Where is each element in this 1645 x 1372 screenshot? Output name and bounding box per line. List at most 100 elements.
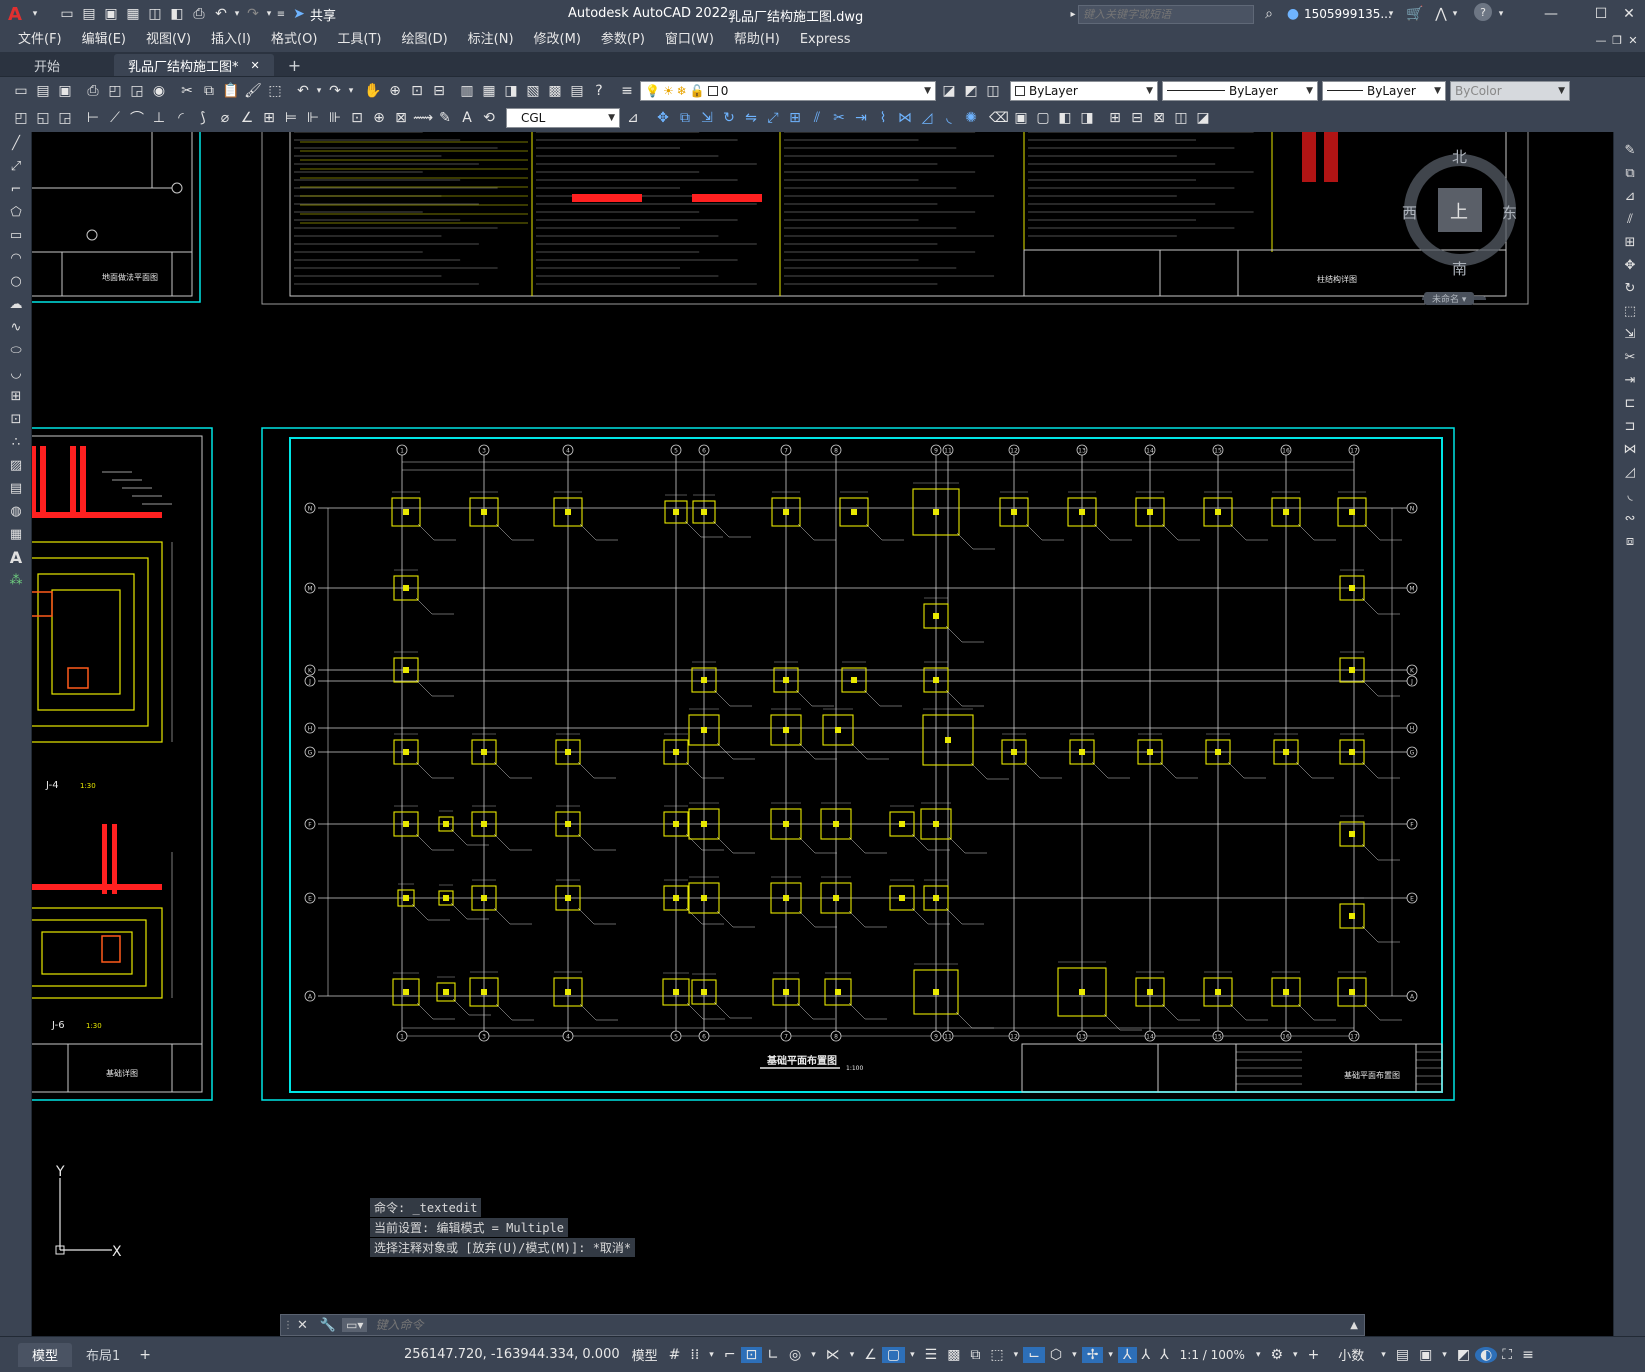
layout-tab-model[interactable]: 模型 xyxy=(18,1342,73,1367)
match-properties-icon[interactable]: 🖌 xyxy=(242,80,264,102)
scale-icon[interactable]: ⬚ xyxy=(1618,301,1642,323)
command-history-toggle-icon[interactable]: ▲ xyxy=(1344,1320,1364,1331)
infer-constraints-icon[interactable]: ⌐ xyxy=(719,1347,741,1363)
3d-osnap-icon[interactable]: ⬚ xyxy=(985,1347,1008,1363)
extend-icon[interactable]: ⇥ xyxy=(850,107,872,129)
close-icon[interactable]: ✕ xyxy=(1618,3,1640,25)
model-space[interactable]: 柱结构详图 地面做法平面图 J-4 1:30 J-6 1:30 基础详图 113… xyxy=(32,132,1613,1336)
gizmo-dropdown-icon[interactable]: ▾ xyxy=(1103,1350,1118,1360)
snap-grid-icon[interactable]: ⁞⁞ xyxy=(685,1347,704,1363)
save-as-icon[interactable]: ▦ xyxy=(122,3,144,25)
insert-block-icon[interactable]: ⊞ xyxy=(4,386,28,408)
plot-preview-icon[interactable]: ◰ xyxy=(104,80,126,102)
xref-icon[interactable]: ⊠ xyxy=(1148,107,1170,129)
point-icon[interactable]: ∴ xyxy=(4,432,28,454)
tolerance-icon[interactable]: ⊡ xyxy=(346,107,368,129)
explode-icon[interactable]: ✺ xyxy=(960,107,982,129)
multiline-text-icon[interactable]: A xyxy=(4,547,28,569)
layer-states-icon[interactable]: ◫ xyxy=(982,80,1004,102)
dynamic-input-icon[interactable]: ⊡ xyxy=(740,1346,763,1363)
diameter-dim-icon[interactable]: ⌀ xyxy=(214,107,236,129)
circle-icon[interactable]: ○ xyxy=(4,271,28,293)
auto-scale-icon[interactable]: ⅄ xyxy=(1137,1347,1156,1363)
hardware-acceleration-icon[interactable]: ◐ xyxy=(1475,1346,1498,1363)
cut-icon[interactable]: ✂ xyxy=(176,80,198,102)
linetype-dropdown[interactable]: ByLayer ▼ xyxy=(1162,80,1318,101)
user-name[interactable]: 1505999135... xyxy=(1304,7,1392,21)
image-icon[interactable]: ◫ xyxy=(1170,107,1192,129)
linear-dim-icon[interactable]: ⊢ xyxy=(82,107,104,129)
rotate-icon[interactable]: ↻ xyxy=(718,107,740,129)
command-prompt-icon[interactable]: ▭▾ xyxy=(342,1318,368,1332)
dim-update-icon[interactable]: ⟲ xyxy=(478,107,500,129)
gradient-icon[interactable]: ▤ xyxy=(4,478,28,500)
spline-icon[interactable]: ∿ xyxy=(4,317,28,339)
tool-palettes-icon[interactable]: ◨ xyxy=(500,80,522,102)
break-icon[interactable]: ⊐ xyxy=(1618,416,1642,438)
erase-icon[interactable]: ✎ xyxy=(1618,140,1642,162)
extend-icon[interactable]: ⇥ xyxy=(1618,370,1642,392)
customize-qat-icon[interactable]: ≡ xyxy=(274,3,288,25)
menu-edit[interactable]: 编辑(E) xyxy=(72,28,136,52)
group-icon[interactable]: ▣ xyxy=(1010,107,1032,129)
hatch-icon[interactable]: ▨ xyxy=(4,455,28,477)
layer-dropdown[interactable]: 💡 ☀ ❄ 🔓 0 ▼ xyxy=(640,80,936,101)
break-at-point-icon[interactable]: ⊏ xyxy=(1618,393,1642,415)
rectangle-icon[interactable]: ▭ xyxy=(4,225,28,247)
pan-icon[interactable]: ✋ xyxy=(362,80,384,102)
menu-draw[interactable]: 绘图(D) xyxy=(392,28,458,52)
blend-curves-icon[interactable]: ∾ xyxy=(1618,508,1642,530)
command-input[interactable] xyxy=(367,1316,1345,1334)
object-snap-dropdown-icon[interactable]: ▾ xyxy=(905,1350,920,1360)
construction-line-icon[interactable]: ⤢ xyxy=(4,156,28,178)
break-icon[interactable]: ⌇ xyxy=(872,107,894,129)
add-selected-icon[interactable]: ⁂ xyxy=(4,570,28,592)
offset-icon[interactable]: ⫽ xyxy=(806,107,828,129)
customize-icon[interactable]: 🔧 xyxy=(314,1318,342,1333)
region-icon[interactable]: ◍ xyxy=(4,501,28,523)
menu-view[interactable]: 视图(V) xyxy=(136,28,201,52)
move-icon[interactable]: ✥ xyxy=(1618,255,1642,277)
ellipse-icon[interactable]: ⬭ xyxy=(4,340,28,362)
object-snap-icon[interactable]: ▢ xyxy=(881,1346,906,1363)
mirror-icon[interactable]: ⇋ xyxy=(740,107,762,129)
ole-icon[interactable]: ◪ xyxy=(1192,107,1214,129)
stretch-icon[interactable]: ⇲ xyxy=(1618,324,1642,346)
insert-block-icon[interactable]: ⊞ xyxy=(1104,107,1126,129)
viewcube-east[interactable]: 东 xyxy=(1502,202,1517,223)
grid-icon[interactable]: # xyxy=(664,1347,686,1363)
add-layout-icon[interactable]: + xyxy=(134,1347,156,1363)
isodraft-icon[interactable]: ⋉ xyxy=(821,1347,845,1363)
annotation-scale-icon[interactable]: ⅄ xyxy=(1155,1347,1174,1363)
join-icon[interactable]: ⋈ xyxy=(894,107,916,129)
zoom-previous-icon[interactable]: ⊟ xyxy=(428,80,450,102)
hatch-edit-icon[interactable]: ◱ xyxy=(32,107,54,129)
quick-properties-icon[interactable]: ▤ xyxy=(1391,1347,1414,1363)
continue-dim-icon[interactable]: ⊩ xyxy=(302,107,324,129)
selection-filter-icon[interactable]: ⬡ xyxy=(1045,1347,1067,1363)
baseline-dim-icon[interactable]: ⊨ xyxy=(280,107,302,129)
move-icon[interactable]: ✥ xyxy=(652,107,674,129)
snap-dropdown-icon[interactable]: ▾ xyxy=(704,1350,719,1360)
tab-close-icon[interactable]: ✕ xyxy=(251,59,260,72)
array-icon[interactable]: ⊞ xyxy=(784,107,806,129)
grip-handle[interactable]: ⋮ xyxy=(283,1320,293,1331)
lightbulb-icon[interactable]: 💡 xyxy=(645,84,660,98)
search-input[interactable] xyxy=(1078,5,1254,24)
copy-icon[interactable]: ⧉ xyxy=(1618,163,1642,185)
units-dropdown-icon[interactable]: ▾ xyxy=(1376,1350,1391,1360)
tab-start[interactable]: 开始 xyxy=(20,54,74,76)
color-dropdown[interactable]: ByLayer ▼ xyxy=(1010,80,1158,101)
minimize-icon[interactable]: — xyxy=(1540,3,1562,25)
polar-tracking-icon[interactable]: ◎ xyxy=(784,1347,806,1363)
plot-icon[interactable]: ⎙ xyxy=(82,80,104,102)
arc-icon[interactable]: ◠ xyxy=(4,248,28,270)
help-icon[interactable]: ? xyxy=(1474,3,1492,21)
new-icon[interactable]: ▭ xyxy=(10,80,32,102)
ungroup-icon[interactable]: ▢ xyxy=(1032,107,1054,129)
inspection-icon[interactable]: ⊠ xyxy=(390,107,412,129)
markup-icon[interactable]: ▩ xyxy=(544,80,566,102)
dim-style-icon[interactable]: ⊿ xyxy=(622,107,644,129)
open-icon[interactable]: ▤ xyxy=(32,80,54,102)
redo-dropdown-icon[interactable]: ▾ xyxy=(264,3,274,25)
